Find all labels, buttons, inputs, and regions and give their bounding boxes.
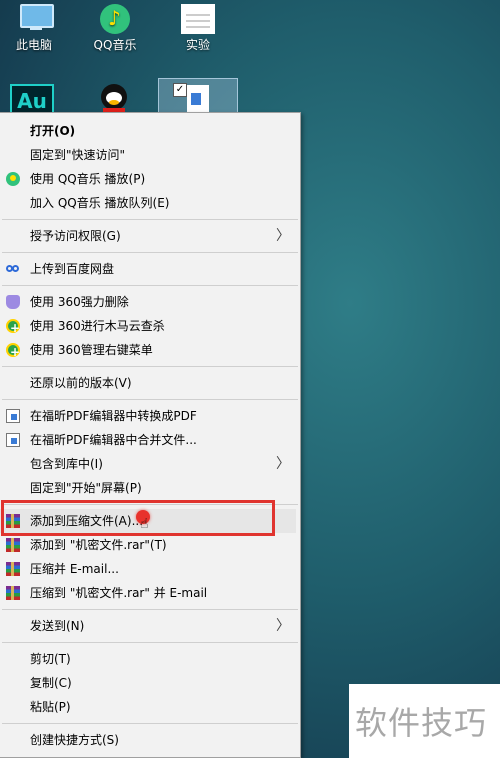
- watermark-text: 软件技巧: [355, 704, 488, 742]
- menu-item-label: 使用 360强力删除: [30, 295, 129, 309]
- watermark: 软件技巧: [349, 684, 500, 758]
- file-icon: [187, 85, 209, 113]
- document-icon: [181, 4, 215, 34]
- menu-item-compress-email[interactable]: 压缩并 E-mail...: [0, 557, 300, 581]
- menu-item-create-shortcut[interactable]: 创建快捷方式(S): [0, 728, 300, 752]
- 360-icon: [6, 316, 20, 340]
- menu-item-pin-start[interactable]: 固定到"开始"屏幕(P): [0, 476, 300, 500]
- winrar-icon: [6, 538, 20, 552]
- menu-separator: [2, 252, 298, 253]
- menu-item-label: 粘贴(P): [30, 700, 71, 714]
- menu-separator: [2, 504, 298, 505]
- menu-item-grant-access[interactable]: 授予访问权限(G) 〉: [0, 224, 300, 248]
- audition-app-icon[interactable]: Au: [10, 84, 54, 114]
- baidu-netdisk-icon: [6, 262, 20, 276]
- chevron-right-icon: 〉: [276, 228, 290, 244]
- hand-cursor-icon: ☝: [140, 516, 149, 532]
- menu-item-label: 剪切(T): [30, 652, 71, 666]
- menu-item-paste[interactable]: 粘贴(P): [0, 695, 300, 719]
- desktop-icon-label: 实验: [185, 38, 210, 52]
- menu-separator: [2, 609, 298, 610]
- menu-item-add-to-rar[interactable]: 添加到 "机密文件.rar"(T): [0, 533, 300, 557]
- desktop-icon-experiment[interactable]: 实验: [172, 4, 224, 53]
- menu-item-label: 添加到压缩文件(A)...: [30, 514, 144, 528]
- desktop-icon-label: QQ音乐: [93, 38, 137, 52]
- menu-item-label: 复制(C): [30, 676, 72, 690]
- menu-item-pdf-convert[interactable]: 在福昕PDF编辑器中转换成PDF: [0, 404, 300, 428]
- menu-item-copy[interactable]: 复制(C): [0, 671, 300, 695]
- menu-item-label: 使用 360进行木马云查杀: [30, 319, 165, 333]
- menu-item-label: 还原以前的版本(V): [30, 376, 132, 390]
- chevron-right-icon: 〉: [276, 618, 290, 634]
- menu-item-label: 压缩到 "机密文件.rar" 并 E-mail: [30, 586, 208, 600]
- menu-separator: [2, 723, 298, 724]
- menu-item-label: 固定到"开始"屏幕(P): [30, 481, 142, 495]
- menu-item-label: 使用 360管理右键菜单: [30, 343, 153, 357]
- winrar-icon: [6, 562, 20, 576]
- 360-icon: [6, 340, 20, 364]
- menu-separator: [2, 366, 298, 367]
- menu-item-360-manage-menu[interactable]: 使用 360管理右键菜单: [0, 338, 300, 364]
- menu-item-send-to[interactable]: 发送到(N) 〉: [0, 614, 300, 638]
- menu-item-360-trojan-scan[interactable]: 使用 360进行木马云查杀: [0, 314, 300, 340]
- menu-separator: [2, 642, 298, 643]
- menu-item-restore-versions[interactable]: 还原以前的版本(V): [0, 371, 300, 395]
- desktop-icon-label: 此电脑: [15, 38, 52, 52]
- menu-item-label: 添加到 "机密文件.rar"(T): [30, 538, 167, 552]
- qq-penguin-icon[interactable]: [97, 82, 131, 116]
- menu-separator: [2, 399, 298, 400]
- menu-item-play-qqmusic[interactable]: 使用 QQ音乐 播放(P): [0, 167, 300, 191]
- menu-separator: [2, 285, 298, 286]
- menu-item-label: 固定到"快速访问": [30, 148, 126, 162]
- menu-item-label: 压缩并 E-mail...: [30, 562, 119, 576]
- qqmusic-icon: [100, 4, 130, 34]
- menu-item-open[interactable]: 打开(O): [0, 119, 300, 143]
- context-menu: 打开(O) 固定到"快速访问" 使用 QQ音乐 播放(P) 加入 QQ音乐 播放…: [0, 112, 301, 758]
- menu-item-label: 上传到百度网盘: [30, 262, 115, 276]
- menu-item-label: 使用 QQ音乐 播放(P): [30, 172, 146, 186]
- menu-item-cut[interactable]: 剪切(T): [0, 647, 300, 671]
- menu-item-label: 在福昕PDF编辑器中转换成PDF: [30, 409, 197, 423]
- pdf-editor-icon: [6, 433, 20, 447]
- menu-item-include-library[interactable]: 包含到库中(I) 〉: [0, 452, 300, 476]
- menu-item-label: 包含到库中(I): [30, 457, 103, 471]
- menu-item-label: 发送到(N): [30, 619, 85, 633]
- 360-delete-icon: [6, 295, 20, 309]
- qqmusic-icon: [6, 172, 20, 186]
- desktop-icon-this-pc[interactable]: 此电脑: [6, 4, 62, 53]
- menu-item-label: 创建快捷方式(S): [30, 733, 119, 747]
- winrar-icon: [6, 586, 20, 600]
- menu-item-label: 在福昕PDF编辑器中合并文件...: [30, 433, 197, 447]
- menu-item-label: 授予访问权限(G): [30, 229, 121, 243]
- menu-item-360-force-delete[interactable]: 使用 360强力删除: [0, 290, 300, 314]
- menu-item-label: 加入 QQ音乐 播放队列(E): [30, 196, 170, 210]
- desktop-icon-qqmusic[interactable]: QQ音乐: [84, 4, 146, 53]
- menu-item-pdf-merge[interactable]: 在福昕PDF编辑器中合并文件...: [0, 428, 300, 452]
- checkbox-icon[interactable]: ✓: [173, 83, 187, 97]
- computer-icon: [10, 4, 58, 34]
- menu-item-label: 打开(O): [30, 124, 76, 138]
- menu-item-queue-qqmusic[interactable]: 加入 QQ音乐 播放队列(E): [0, 191, 300, 215]
- winrar-icon: [6, 514, 20, 528]
- menu-item-compress-rar-email[interactable]: 压缩到 "机密文件.rar" 并 E-mail: [0, 581, 300, 605]
- chevron-right-icon: 〉: [276, 456, 290, 472]
- menu-item-pin-quick-access[interactable]: 固定到"快速访问": [0, 143, 300, 167]
- menu-item-upload-baidu[interactable]: 上传到百度网盘: [0, 257, 300, 281]
- pdf-editor-icon: [6, 409, 20, 423]
- menu-separator: [2, 219, 298, 220]
